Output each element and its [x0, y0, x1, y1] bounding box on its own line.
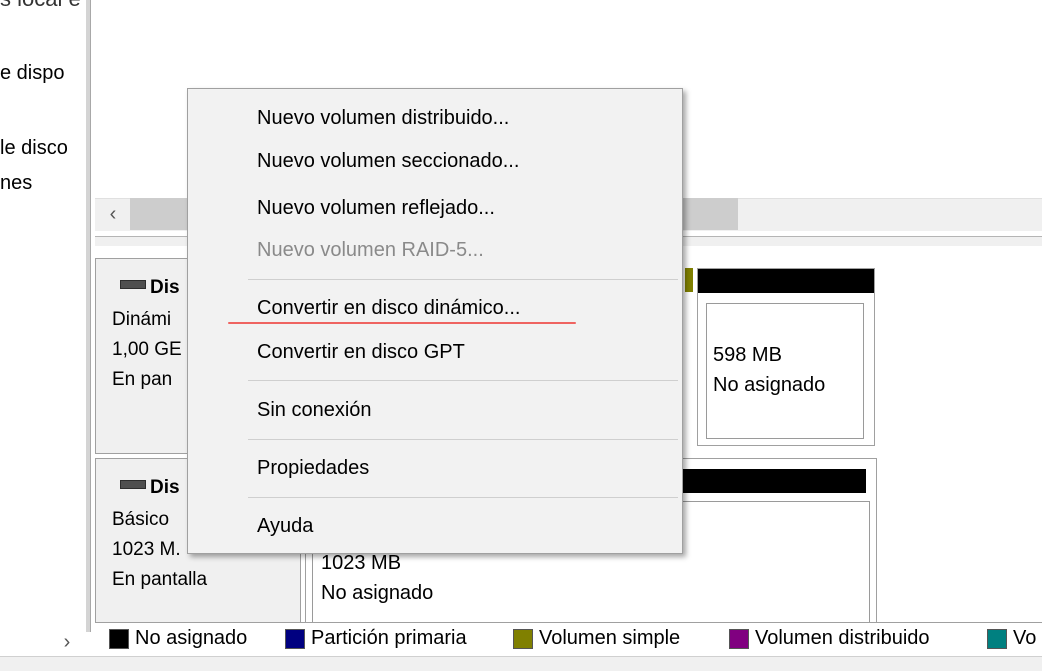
legend-primary-partition: Partición primaria	[285, 627, 467, 650]
disk-2-size: 1023 M.	[112, 539, 181, 560]
legend-unallocated: No asignado	[109, 627, 247, 650]
partition-state: No asignado	[713, 374, 826, 396]
unallocated-header-bar	[698, 269, 874, 293]
simple-volume-strip	[685, 268, 693, 292]
menu-item-new-raid5-volume: Nuevo volumen RAID-5...	[257, 239, 484, 261]
disk-drive-icon	[120, 280, 146, 290]
legend-swatch	[285, 628, 305, 649]
tree-item-disk-management[interactable]: le disco	[0, 137, 68, 160]
legend-striped-volume: Vo	[987, 627, 1036, 650]
console-tree-pane: e dispo le disco nes	[0, 0, 86, 632]
menu-item-properties[interactable]: Propiedades	[257, 457, 369, 480]
disk-legend: No asignado Partición primaria Volumen s…	[95, 622, 1042, 657]
tree-item-devices[interactable]: e dispo	[0, 62, 65, 85]
legend-spanned-volume: Volumen distribuido	[729, 627, 930, 650]
partition-inner-frame: 598 MB No asignado	[706, 303, 864, 439]
legend-swatch	[513, 628, 533, 649]
legend-swatch	[109, 628, 129, 649]
menu-separator	[248, 439, 678, 440]
menu-separator	[248, 279, 678, 280]
menu-item-convert-to-gpt[interactable]: Convertir en disco GPT	[257, 341, 465, 364]
disk-1-title: Dis	[120, 277, 180, 299]
partition-size: 598 MB	[713, 344, 782, 366]
pane-divider-vertical[interactable]	[86, 0, 91, 632]
menu-separator	[248, 380, 678, 381]
partition-size: 1023 MB	[321, 552, 402, 574]
menu-item-new-striped-volume[interactable]: Nuevo volumen seccionado...	[257, 150, 519, 173]
disk-1-size: 1,00 GE	[112, 339, 182, 360]
legend-swatch	[987, 628, 1007, 649]
disk-drive-icon	[120, 480, 146, 490]
menu-item-convert-to-dynamic[interactable]: Convertir en disco dinámico...	[257, 297, 520, 320]
disk-2-type: Básico	[112, 509, 170, 530]
partition-state: No asignado	[321, 582, 434, 604]
legend-simple-volume: Volumen simple	[513, 627, 680, 650]
scroll-left-arrow-icon[interactable]: ‹	[100, 198, 126, 230]
legend-swatch	[729, 628, 749, 649]
disk-context-menu: Nuevo volumen distribuido... Nuevo volum…	[187, 88, 683, 554]
annotation-underline	[228, 322, 576, 324]
disk-1-type: Dinámi	[112, 309, 172, 330]
menu-item-new-spanned-volume[interactable]: Nuevo volumen distribuido...	[257, 107, 509, 130]
tree-item-services[interactable]: nes	[0, 172, 32, 195]
disk-2-status: En pantalla	[112, 569, 208, 590]
menu-item-new-mirrored-volume[interactable]: Nuevo volumen reflejado...	[257, 197, 495, 220]
menu-item-help[interactable]: Ayuda	[257, 515, 313, 538]
disk-1-status: En pan	[112, 369, 173, 390]
menu-separator	[248, 497, 678, 498]
disk-2-title: Dis	[120, 477, 180, 499]
disk-1-partition-unallocated[interactable]: 598 MB No asignado	[697, 268, 875, 446]
status-bar	[0, 656, 1042, 671]
menu-item-offline[interactable]: Sin conexión	[257, 399, 372, 422]
nav-scroll-right-button[interactable]: ›	[52, 628, 82, 656]
